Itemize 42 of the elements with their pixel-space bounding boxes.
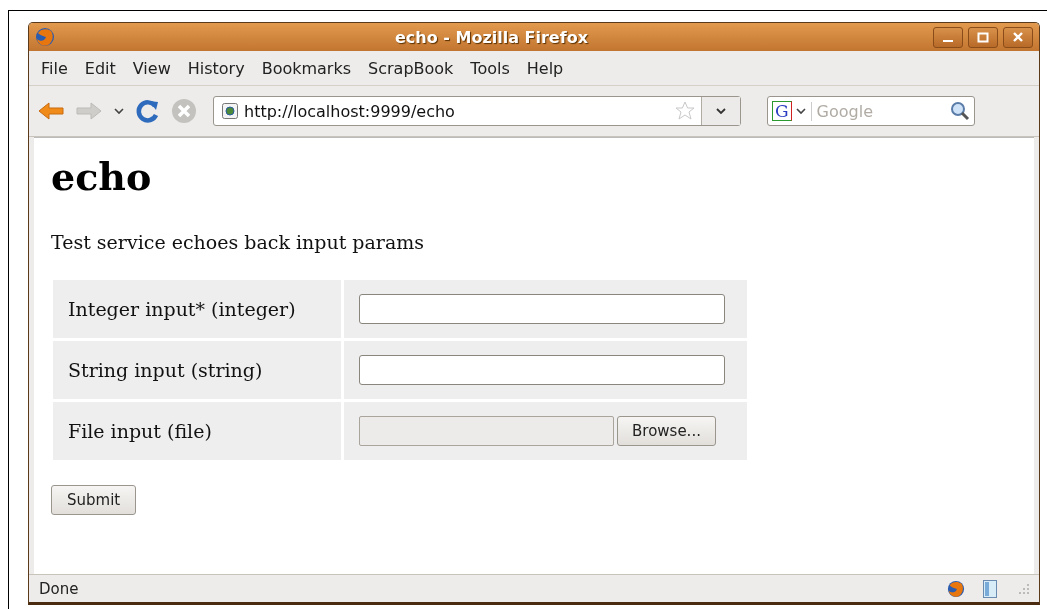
firefox-logo-icon bbox=[947, 579, 965, 598]
page-description: Test service echoes back input params bbox=[51, 231, 425, 253]
star-icon[interactable] bbox=[675, 101, 695, 121]
menu-item[interactable]: File bbox=[35, 58, 74, 78]
sidebar-icon[interactable] bbox=[983, 579, 997, 598]
text-input-field[interactable] bbox=[359, 355, 725, 385]
maximize-button[interactable] bbox=[968, 26, 998, 48]
search-engine-label[interactable]: G bbox=[772, 101, 792, 121]
page-heading: echo bbox=[51, 154, 153, 199]
menu-item[interactable]: History bbox=[181, 58, 251, 78]
back-arrow-icon[interactable] bbox=[37, 100, 65, 122]
firefox-logo-icon bbox=[35, 27, 55, 47]
text-input-field[interactable] bbox=[359, 294, 725, 324]
window-title: echo - Mozilla Firefox bbox=[394, 27, 589, 47]
field-label: Integer input* (integer) bbox=[53, 280, 341, 338]
page-icon bbox=[222, 103, 238, 119]
reload-icon[interactable] bbox=[135, 98, 161, 124]
chevron-down-icon[interactable] bbox=[794, 107, 807, 115]
close-icon bbox=[1012, 31, 1024, 43]
menu-item[interactable]: Bookmarks bbox=[255, 58, 358, 78]
minimize-icon bbox=[943, 40, 953, 42]
field-label: File input (file) bbox=[53, 402, 341, 460]
field-label: String input (string) bbox=[53, 341, 341, 399]
chevron-down-icon bbox=[715, 107, 727, 115]
search-icon[interactable] bbox=[950, 101, 970, 121]
search-field[interactable]: G Google bbox=[767, 96, 975, 126]
dropdown-button[interactable] bbox=[701, 97, 740, 125]
menu-item[interactable]: ScrapBook bbox=[362, 58, 460, 78]
menu-item[interactable]: Tools bbox=[464, 58, 516, 78]
menu-item[interactable]: View bbox=[126, 58, 177, 78]
close-button[interactable] bbox=[1003, 26, 1033, 48]
minimize-button[interactable] bbox=[933, 26, 963, 48]
search-placeholder: Google bbox=[810, 101, 950, 121]
browse-button[interactable]: Browse... bbox=[617, 416, 716, 446]
address-field[interactable]: http://localhost:9999/echo bbox=[213, 96, 741, 126]
maximize-icon bbox=[977, 31, 989, 43]
chevron-down-icon[interactable] bbox=[113, 107, 125, 115]
menu-item[interactable]: Help bbox=[520, 58, 570, 78]
submit-button[interactable]: Submit bbox=[51, 485, 137, 515]
resize-grip-icon[interactable] bbox=[1019, 583, 1029, 594]
status-text: Done bbox=[39, 579, 80, 598]
menu-item[interactable]: Edit bbox=[78, 58, 122, 78]
